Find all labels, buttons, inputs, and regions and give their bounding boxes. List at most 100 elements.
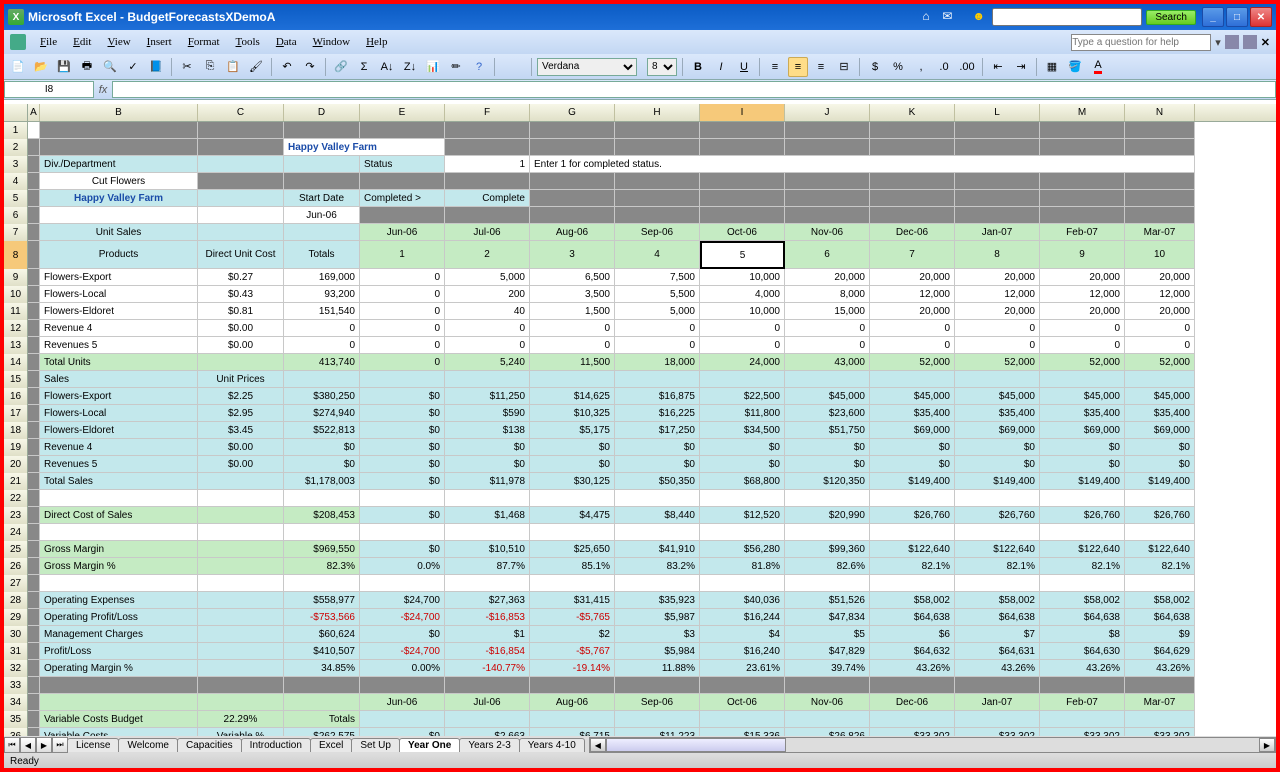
tab-license[interactable]: License — [67, 738, 119, 752]
paste-icon[interactable]: 📋 — [223, 57, 243, 77]
row-header-17[interactable]: 17 — [4, 405, 28, 422]
tab-set-up[interactable]: Set Up — [351, 738, 400, 752]
menu-tools[interactable]: Tools — [228, 34, 268, 50]
menu-edit[interactable]: Edit — [65, 34, 99, 50]
menu-window[interactable]: Window — [305, 34, 358, 50]
help-icon[interactable]: ? — [469, 57, 489, 77]
row-header-24[interactable]: 24 — [4, 524, 28, 541]
worksheet-grid[interactable]: ABCDEFGHIJKLMN 12Happy Valley Farm3Div./… — [4, 104, 1276, 738]
tab-year-one[interactable]: Year One — [399, 738, 460, 752]
bold-button[interactable]: B — [688, 57, 708, 77]
home-icon[interactable]: ⌂ — [922, 9, 938, 25]
row-header-18[interactable]: 18 — [4, 422, 28, 439]
sort-desc-icon[interactable]: Z↓ — [400, 57, 420, 77]
row-header-11[interactable]: 11 — [4, 303, 28, 320]
name-box[interactable] — [4, 81, 94, 98]
row-header-19[interactable]: 19 — [4, 439, 28, 456]
row-header-4[interactable]: 4 — [4, 173, 28, 190]
row-header-16[interactable]: 16 — [4, 388, 28, 405]
row-header-15[interactable]: 15 — [4, 371, 28, 388]
scroll-left-icon[interactable]: ◀ — [590, 738, 606, 752]
col-header-H[interactable]: H — [615, 104, 700, 121]
scroll-right-icon[interactable]: ▶ — [1259, 738, 1275, 752]
doc-close[interactable]: ✕ — [1261, 36, 1270, 49]
borders-icon[interactable]: ▦ — [1042, 57, 1062, 77]
row-header-32[interactable]: 32 — [4, 660, 28, 677]
underline-button[interactable]: U — [734, 57, 754, 77]
fx-icon[interactable]: fx — [94, 84, 112, 96]
tab-years-2-3[interactable]: Years 2-3 — [459, 738, 519, 752]
row-header-35[interactable]: 35 — [4, 711, 28, 728]
row-header-8[interactable]: 8 — [4, 241, 28, 269]
menu-data[interactable]: Data — [268, 34, 305, 50]
row-header-28[interactable]: 28 — [4, 592, 28, 609]
link-icon[interactable]: 🔗 — [331, 57, 351, 77]
col-header-A[interactable]: A — [28, 104, 40, 121]
col-header-F[interactable]: F — [445, 104, 530, 121]
inc-decimal-icon[interactable]: .0 — [934, 57, 954, 77]
tab-next-icon[interactable]: ▶ — [36, 737, 52, 753]
spell-icon[interactable]: ✓ — [123, 57, 143, 77]
tab-last-icon[interactable]: ⏭ — [52, 737, 68, 753]
col-header-B[interactable]: B — [40, 104, 198, 121]
row-header-14[interactable]: 14 — [4, 354, 28, 371]
chart-icon[interactable]: 📊 — [423, 57, 443, 77]
copy-icon[interactable]: ⎘ — [200, 57, 220, 77]
row-header-29[interactable]: 29 — [4, 609, 28, 626]
new-icon[interactable]: 📄 — [8, 57, 28, 77]
drawing-icon[interactable]: ✏ — [446, 57, 466, 77]
person-icon[interactable]: ☻ — [972, 9, 988, 25]
minimize-button[interactable]: _ — [1202, 7, 1224, 27]
cut-icon[interactable]: ✂ — [177, 57, 197, 77]
row-header-5[interactable]: 5 — [4, 190, 28, 207]
save-icon[interactable]: 💾 — [54, 57, 74, 77]
format-painter-icon[interactable]: 🖌 — [246, 57, 266, 77]
menu-file[interactable]: File — [32, 34, 65, 50]
close-button[interactable]: ✕ — [1250, 7, 1272, 27]
workbook-icon[interactable] — [10, 34, 26, 50]
row-header-27[interactable]: 27 — [4, 575, 28, 592]
preview-icon[interactable]: 🔍 — [100, 57, 120, 77]
dec-decimal-icon[interactable]: .00 — [957, 57, 977, 77]
tab-welcome[interactable]: Welcome — [118, 738, 178, 752]
currency-icon[interactable]: $ — [865, 57, 885, 77]
col-header-C[interactable]: C — [198, 104, 284, 121]
help-search[interactable] — [1071, 34, 1211, 51]
row-header-13[interactable]: 13 — [4, 337, 28, 354]
maximize-button[interactable]: □ — [1226, 7, 1248, 27]
row-header-30[interactable]: 30 — [4, 626, 28, 643]
row-header-1[interactable]: 1 — [4, 122, 28, 139]
font-size-select[interactable]: 8 — [647, 58, 677, 76]
row-header-12[interactable]: 12 — [4, 320, 28, 337]
col-header-K[interactable]: K — [870, 104, 955, 121]
row-header-25[interactable]: 25 — [4, 541, 28, 558]
tab-capacities[interactable]: Capacities — [177, 738, 242, 752]
tab-years-4-10[interactable]: Years 4-10 — [519, 738, 585, 752]
row-header-22[interactable]: 22 — [4, 490, 28, 507]
row-header-9[interactable]: 9 — [4, 269, 28, 286]
align-right-icon[interactable]: ≡ — [811, 57, 831, 77]
col-header-N[interactable]: N — [1125, 104, 1195, 121]
search-button[interactable]: Search — [1146, 10, 1196, 25]
percent-icon[interactable]: % — [888, 57, 908, 77]
menu-help[interactable]: Help — [358, 34, 395, 50]
font-color-icon[interactable]: A — [1088, 57, 1108, 77]
undo-icon[interactable]: ↶ — [277, 57, 297, 77]
col-header-L[interactable]: L — [955, 104, 1040, 121]
open-icon[interactable]: 📂 — [31, 57, 51, 77]
inc-indent-icon[interactable]: ⇥ — [1011, 57, 1031, 77]
col-header-I[interactable]: I — [700, 104, 785, 121]
doc-restore[interactable] — [1243, 35, 1257, 49]
formula-input[interactable] — [112, 81, 1276, 98]
italic-button[interactable]: I — [711, 57, 731, 77]
row-header-21[interactable]: 21 — [4, 473, 28, 490]
print-icon[interactable]: 🖶 — [77, 57, 97, 77]
sort-asc-icon[interactable]: A↓ — [377, 57, 397, 77]
menu-view[interactable]: View — [99, 34, 138, 50]
research-icon[interactable]: 📘 — [146, 57, 166, 77]
font-name-select[interactable]: Verdana — [537, 58, 637, 76]
row-header-34[interactable]: 34 — [4, 694, 28, 711]
row-header-7[interactable]: 7 — [4, 224, 28, 241]
row-header-23[interactable]: 23 — [4, 507, 28, 524]
col-header-M[interactable]: M — [1040, 104, 1125, 121]
